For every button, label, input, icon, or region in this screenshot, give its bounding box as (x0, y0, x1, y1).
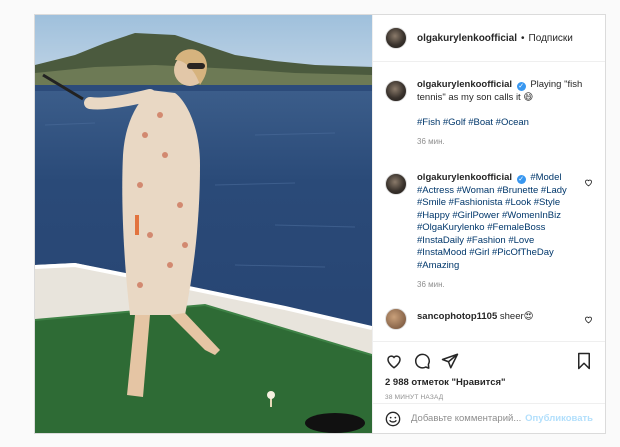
instagram-post: olgakurylenkoofficial • Подписки olgakur… (34, 14, 606, 434)
following-button[interactable]: Подписки (529, 33, 573, 44)
emoji-icon[interactable] (385, 411, 401, 427)
post-side-panel: olgakurylenkoofficial • Подписки olgakur… (372, 15, 605, 433)
photo-illustration (35, 33, 372, 433)
post-actions: 2 988 отметок "Нравится" 38 МИНУТ НАЗАД (373, 341, 605, 403)
username-link[interactable]: olgakurylenkoofficial (417, 33, 517, 44)
caption-time[interactable]: 36 мин. (417, 136, 593, 149)
heart-icon[interactable] (584, 315, 593, 324)
comment-icon[interactable] (413, 352, 431, 370)
share-icon[interactable] (441, 352, 459, 370)
comment-text: sheer😍 (499, 311, 534, 322)
comment-input[interactable]: Добавьте комментарий... (411, 413, 525, 424)
post-header: olgakurylenkoofficial • Подписки (373, 15, 605, 62)
caption-username[interactable]: olgakurylenkoofficial (417, 79, 512, 90)
likes-count[interactable]: 2 988 отметок "Нравится" (385, 377, 593, 388)
publish-button[interactable]: Опубликовать (525, 413, 593, 424)
caption-tags[interactable]: #Fish #Golf #Boat #Ocean (417, 117, 529, 128)
avatar[interactable] (385, 308, 407, 330)
heart-icon[interactable] (584, 178, 593, 187)
post-timestamp[interactable]: 38 МИНУТ НАЗАД (385, 394, 593, 401)
bookmark-icon[interactable] (575, 352, 593, 370)
comment: olgakurylenkoofficial ✓ #Model #Actress … (385, 172, 593, 292)
add-comment-bar: Добавьте комментарий... Опубликовать (373, 403, 605, 433)
avatar[interactable] (385, 173, 407, 195)
verified-icon: ✓ (516, 82, 526, 91)
post-photo[interactable] (35, 15, 372, 433)
avatar[interactable] (385, 80, 407, 102)
caption: olgakurylenkoofficial ✓ Playing "fish te… (385, 79, 593, 149)
avatar[interactable] (385, 27, 407, 49)
separator-dot: • (521, 32, 525, 44)
comment: sancophotop1105 sheer😍 (385, 307, 593, 330)
comment-username[interactable]: sancophotop1105 (417, 311, 497, 322)
comment-username[interactable]: olgakurylenkoofficial (417, 172, 512, 183)
comment-time[interactable]: 36 мин. (417, 279, 577, 292)
heart-icon[interactable] (385, 352, 403, 370)
comment-text[interactable]: #Model #Actress #Woman #Brunette #Lady #… (417, 172, 567, 271)
verified-icon: ✓ (516, 175, 526, 184)
